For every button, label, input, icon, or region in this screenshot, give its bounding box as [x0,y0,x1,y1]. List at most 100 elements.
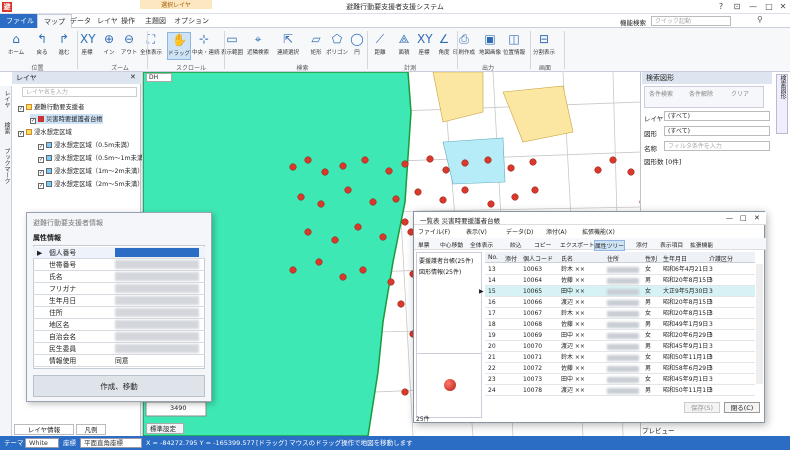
register-point[interactable] [442,166,450,174]
ribbon-button-map-image[interactable]: ▣ 地図画像 [478,32,502,56]
register-point[interactable] [531,186,539,194]
help-icon[interactable]: ? [714,1,728,13]
list-menu-item[interactable]: データ(D) [506,227,533,236]
table-row[interactable]: 18 10068 佐藤 ×× 男 昭和49年1月9日 3 [485,319,755,330]
register-point[interactable] [289,163,297,171]
list-tool-5[interactable]: エクスポート [560,240,595,249]
table-row[interactable]: 20 10070 渡辺 ×× 男 昭和45年9月1日 3 [485,341,755,352]
close-button[interactable]: ✕ [776,1,790,13]
ribbon-button-forward[interactable]: ↱ 進む [52,32,76,56]
register-point[interactable] [304,156,312,164]
close-list-button[interactable]: 閉る(C) [724,402,760,413]
list-tool-6[interactable]: 属性ツリー [594,240,625,251]
register-point[interactable] [487,200,495,208]
list-column-header[interactable]: 介護区分 [709,254,733,263]
layer-search-input[interactable]: レイヤ名を入力 [22,87,137,97]
tab-legend[interactable]: 凡例 [76,424,106,435]
ribbon-button-split-view[interactable]: ⊟ 分割表示 [532,32,556,56]
list-column-header[interactable]: 添付 [505,254,517,263]
list-tool-2[interactable]: 全体表示 [470,240,493,249]
list-tool-0[interactable]: 単票 [418,240,430,249]
ribbon-button-center[interactable]: ⊹ 中央・連続 [192,32,220,56]
scale-value[interactable]: 3490 [168,404,189,412]
table-row[interactable]: 23 10073 田中 ×× 女 昭和45年9月1日 3 [485,374,755,385]
register-point[interactable] [339,273,347,281]
ribbon-button-full-extent[interactable]: ⛶ 全体表示 [139,32,163,56]
layer-item-flood-0-5-1[interactable]: ✓ 浸水想定区域（0.5m〜1m未満） [38,153,150,163]
theme-select[interactable]: White [25,438,59,448]
list-tool-8[interactable]: 表示項目 [660,240,683,249]
layer-item-flood-2-5[interactable]: ✓ 浸水想定区域（2m〜5m未満） [38,179,144,189]
vtab-bookmark[interactable]: ブックマーク [2,148,11,184]
table-row[interactable]: 24 10078 渡辺 ×× 男 昭和50年11月1日 3 [485,385,755,396]
register-point[interactable] [331,236,339,244]
ribbon-button-hand[interactable]: ✋ ドラッグ [167,32,191,60]
register-point[interactable] [507,164,515,172]
list-menu-item[interactable]: 拡張機能(X) [582,227,615,236]
list-scrollbar[interactable] [756,264,763,384]
list-column-header[interactable]: No. [488,254,498,261]
list-tool-3[interactable]: 絞込 [510,240,522,249]
attribute-row[interactable]: 民生委員 [33,343,205,355]
layer-item-flood-area[interactable]: ✓ 浸水想定区域 [18,127,72,137]
tab-file[interactable]: ファイル [0,14,40,28]
attribute-row[interactable]: フリガナ [33,283,205,295]
list-tool-1[interactable]: 中心移動 [440,240,463,249]
register-point[interactable] [414,188,422,196]
minimize-button[interactable]: — [746,1,760,13]
vtab-search[interactable]: 検索 [2,122,11,134]
register-point[interactable] [529,158,537,166]
standard-settings-tab[interactable]: 標準設定 [146,423,184,434]
ribbon-button-continuous-select[interactable]: ⇱ 連続選択 [276,32,300,56]
ribbon-button-distance[interactable]: ⟋ 距離 [368,32,392,56]
table-row[interactable]: 17 10067 鈴木 ×× 女 昭和20年8月15日 3 [485,308,755,319]
register-point[interactable] [484,156,492,164]
map-tab[interactable]: DH [146,73,172,82]
list-menu-item[interactable]: 添付(A) [546,227,567,236]
coord-system-select[interactable]: 平面直角座標 [80,438,142,448]
condition-search-button[interactable]: 条件検索 [649,89,673,98]
tree-item-figures[interactable]: 図形情報(25件) [419,267,461,276]
ribbon-button-circle-select[interactable]: ◯ 円 [345,32,369,56]
register-point[interactable] [426,155,434,163]
attribute-row[interactable]: 氏名 [33,271,205,283]
list-column-header[interactable]: 氏名 [561,254,573,263]
register-point[interactable] [385,167,393,175]
table-row[interactable]: 14 10064 佐藤 ×× 男 昭和20年8月15日 3 [485,275,755,286]
attribute-row[interactable]: 生年月日 [33,295,205,307]
list-close-button[interactable]: ✕ [754,214,760,222]
create-move-button[interactable]: 作成、移動 [33,375,205,397]
layer-item-disaster-register[interactable]: ✓ 災害時要援護者台帳 [30,114,103,124]
figure-filter-select[interactable]: (すべて) [664,126,770,136]
list-tool-4[interactable]: コピー [534,240,551,249]
quick-launch-input[interactable]: クイック起動 [651,16,731,26]
register-point[interactable] [354,223,362,231]
restore-icon[interactable]: ⊡ [730,1,744,13]
register-point[interactable] [461,159,469,167]
list-column-header[interactable]: 生年月日 [663,254,687,263]
pin-icon[interactable]: ✕ [130,73,136,81]
table-row[interactable]: 15 10065 田中 ×× 女 大正9年5月30日 3 ▶ [479,286,755,297]
layer-filter-select[interactable]: (すべて) [664,111,770,121]
list-menu-item[interactable]: 表示(V) [466,227,487,236]
list-column-header[interactable]: 個人コード [523,254,553,263]
register-point[interactable] [387,278,395,286]
attribute-row[interactable]: ▶ 個人番号 [33,247,205,259]
register-point[interactable] [392,195,400,203]
layer-item-flood-1-2[interactable]: ✓ 浸水想定区域（1m〜2m未満） [38,166,144,176]
register-point[interactable] [304,228,312,236]
register-point[interactable] [594,166,602,174]
binoculars-icon[interactable]: ⚲ [757,15,763,24]
table-row[interactable]: 16 10066 渡辺 ×× 男 昭和20年8月15日 3 [485,297,755,308]
ribbon-button-xy[interactable]: XY 座標 [75,32,99,56]
list-column-header[interactable]: 性別 [645,254,657,263]
ribbon-button-home[interactable]: ⌂ ホーム [4,32,28,56]
ribbon-button-zoom-out[interactable]: ⊖ アウト [117,32,141,56]
attribute-row[interactable]: 自治会名 [33,331,205,343]
condition-clear-button[interactable]: 条件解除 [689,89,713,98]
register-point[interactable] [344,186,352,194]
list-maximize-button[interactable]: □ [740,214,747,222]
register-point[interactable] [401,388,409,396]
list-tool-7[interactable]: 添付 [636,240,648,249]
tab-layer-info[interactable]: レイヤ情報 [14,424,74,435]
